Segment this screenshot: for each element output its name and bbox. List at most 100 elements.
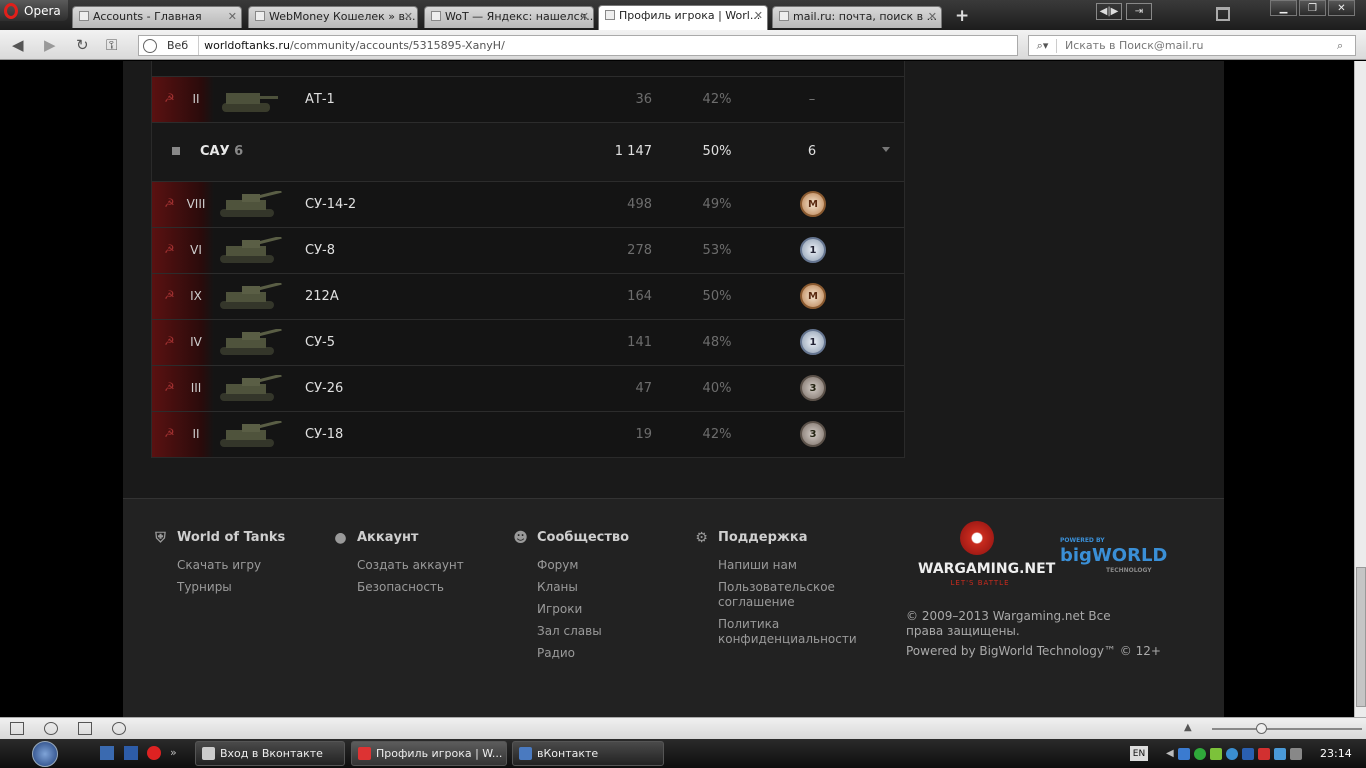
table-row[interactable]: ☭ II СУ-18 19 42% 3 xyxy=(152,412,904,458)
vehicle-name[interactable]: СУ-18 xyxy=(305,412,343,457)
vehicle-tier: II xyxy=(192,427,200,441)
page-scrollbar[interactable] xyxy=(1354,61,1366,717)
more-chevron-icon[interactable]: » xyxy=(170,746,184,760)
opera-quicklaunch-icon[interactable] xyxy=(147,746,161,760)
table-row[interactable]: ☭ VI СУ-8 278 53% 1 xyxy=(152,228,904,274)
cloud-icon[interactable] xyxy=(44,722,58,735)
close-tab-icon[interactable]: ✕ xyxy=(754,9,763,22)
save-disk-icon[interactable] xyxy=(124,746,138,760)
key-icon[interactable]: ⚿ xyxy=(106,36,117,54)
panel-toggle-icon[interactable] xyxy=(10,722,24,735)
zoom-slider[interactable] xyxy=(1212,723,1362,734)
tab-accounts[interactable]: Accounts - Главная ✕ xyxy=(72,6,242,28)
close-tab-icon[interactable]: ✕ xyxy=(228,10,237,23)
tab-profile[interactable]: Профиль игрока | Worl... ✕ xyxy=(598,5,768,30)
vehicles-table: ☭ II АТ-1 36 42% – САУ 6 1 147 50% 6 ☭ VI… xyxy=(151,61,905,458)
up-arrow-icon[interactable]: ▲ xyxy=(1184,722,1192,733)
table-row[interactable]: ☭ VIII СУ-14-2 498 49% M xyxy=(152,182,904,228)
forward-arrow-icon[interactable]: ▶ xyxy=(44,36,56,54)
footer-link[interactable]: Пользовательское соглашение xyxy=(718,580,868,610)
footer-link[interactable]: Скачать игру xyxy=(177,558,327,573)
trash-icon[interactable] xyxy=(1216,7,1230,21)
new-tab-plus-icon[interactable]: + xyxy=(955,6,969,26)
vehicle-name[interactable]: СУ-14-2 xyxy=(305,182,356,227)
close-tab-icon[interactable]: ✕ xyxy=(580,10,589,23)
wargaming-logo[interactable]: WARGAMING.NET LET'S BATTLE xyxy=(918,521,1055,591)
mastery-badge-icon[interactable]: 3 xyxy=(800,375,826,401)
footer-link[interactable]: Радио xyxy=(537,646,687,661)
footer-link[interactable]: Форум xyxy=(537,558,687,573)
taskbar-clock[interactable]: 23:14 xyxy=(1320,739,1352,768)
opera-menu-button[interactable]: Opera xyxy=(0,0,68,21)
footer-link[interactable]: Турниры xyxy=(177,580,327,595)
tab-scroll-arrows-icon[interactable]: ◀|▶ xyxy=(1096,3,1122,20)
footer-link[interactable]: Политика конфиденциальности xyxy=(718,617,868,647)
reload-icon[interactable]: ↻ xyxy=(76,36,89,54)
close-window-icon[interactable]: ✕ xyxy=(1328,0,1355,16)
mastery-badge-icon[interactable]: M xyxy=(800,283,826,309)
table-row[interactable]: ☭ II АТ-1 36 42% – xyxy=(152,77,904,123)
language-indicator[interactable]: EN xyxy=(1130,746,1148,761)
zoom-knob[interactable] xyxy=(1256,723,1267,734)
url-field[interactable]: Веб worldoftanks.ru/community/accounts/5… xyxy=(138,35,1018,56)
checkmark-icon[interactable] xyxy=(1209,747,1222,760)
monitor-icon[interactable] xyxy=(1273,747,1286,760)
mastery-badge-icon[interactable]: 1 xyxy=(800,237,826,263)
restore-icon[interactable]: ❐ xyxy=(1299,0,1326,16)
group-toggle-icon[interactable] xyxy=(172,147,180,155)
table-row[interactable]: ☭ III СУ-26 47 40% 3 xyxy=(152,366,904,412)
tab-webmoney[interactable]: WebMoney Кошелек » в... ✕ xyxy=(248,6,418,28)
vehicle-name[interactable]: СУ-26 xyxy=(305,366,343,411)
table-row[interactable]: ☭ IX 212А 164 50% M xyxy=(152,274,904,320)
tab-mailru[interactable]: mail.ru: почта, поиск в ... ✕ xyxy=(772,6,942,28)
minimize-icon[interactable]: ▁ xyxy=(1270,0,1297,16)
bigworld-logo[interactable]: POWERED BY bigWORLD TECHNOLOGY xyxy=(1060,537,1167,574)
share-icon[interactable] xyxy=(78,722,92,735)
display-icon[interactable] xyxy=(1241,747,1254,760)
group-name: САУ 6 xyxy=(200,123,243,181)
close-tab-icon[interactable]: ✕ xyxy=(404,10,413,23)
table-row[interactable]: ☭ IV СУ-5 141 48% 1 xyxy=(152,320,904,366)
globe-tray-icon[interactable] xyxy=(1225,747,1238,760)
vehicle-name[interactable]: АТ-1 xyxy=(305,77,335,122)
show-desktop-icon[interactable] xyxy=(100,746,114,760)
volume-icon[interactable] xyxy=(1289,747,1302,760)
vehicle-name[interactable]: СУ-5 xyxy=(305,320,335,365)
chevron-down-icon[interactable] xyxy=(882,147,890,152)
group-header-spg[interactable]: САУ 6 1 147 50% 6 xyxy=(152,123,904,182)
search-field[interactable]: ⌕▾ Искать в Поиск@mail.ru ⌕ xyxy=(1028,35,1356,56)
taskbar-task-active[interactable]: Профиль игрока | W... xyxy=(351,741,507,766)
search-icon[interactable]: ⌕▾ xyxy=(1029,38,1057,53)
vehicle-name[interactable]: СУ-8 xyxy=(305,228,335,273)
taskbar-task[interactable]: вКонтакте xyxy=(512,741,664,766)
footer-link[interactable]: Напиши нам xyxy=(718,558,868,573)
web-badge[interactable]: Веб xyxy=(157,36,200,55)
close-tab-icon[interactable]: ✕ xyxy=(928,10,937,23)
vehicle-name[interactable]: 212А xyxy=(305,274,339,319)
footer-link[interactable]: Создать аккаунт xyxy=(357,558,507,573)
clover-icon[interactable] xyxy=(1193,747,1206,760)
footer-link[interactable]: Зал славы xyxy=(537,624,687,639)
scrollbar-thumb[interactable] xyxy=(1356,567,1366,707)
footer-col-community: ☻ Сообщество Форум Кланы Игроки Зал славы… xyxy=(513,529,687,668)
vehicle-winrate: 48% xyxy=(702,335,732,350)
footer-link[interactable]: Кланы xyxy=(537,580,687,595)
tab-switch-icon[interactable]: ⇥ xyxy=(1126,3,1152,20)
antivirus-icon[interactable] xyxy=(1257,747,1270,760)
footer-link[interactable]: Игроки xyxy=(537,602,687,617)
back-arrow-icon[interactable]: ◀ xyxy=(12,36,24,54)
vehicle-battles: 36 xyxy=(635,92,652,107)
taskbar-task[interactable]: Вход в Вконтакте xyxy=(195,741,345,766)
browser-tab-bar: Opera Accounts - Главная ✕ WebMoney Кошел… xyxy=(0,0,1366,30)
network-icon[interactable] xyxy=(1177,747,1190,760)
speed-dial-icon[interactable] xyxy=(112,722,126,735)
mastery-badge-icon[interactable]: 1 xyxy=(800,329,826,355)
tab-yandex[interactable]: WoT — Яндекс: нашелся... ✕ xyxy=(424,6,594,28)
start-button-icon[interactable] xyxy=(32,741,58,767)
vehicle-battles: 19 xyxy=(635,427,652,442)
mastery-badge-icon[interactable]: 3 xyxy=(800,421,826,447)
mastery-badge-icon[interactable]: M xyxy=(800,191,826,217)
tray-expand-icon[interactable]: ◀ xyxy=(1166,748,1174,759)
footer-link[interactable]: Безопасность xyxy=(357,580,507,595)
search-go-icon[interactable]: ⌕ xyxy=(1337,39,1355,53)
